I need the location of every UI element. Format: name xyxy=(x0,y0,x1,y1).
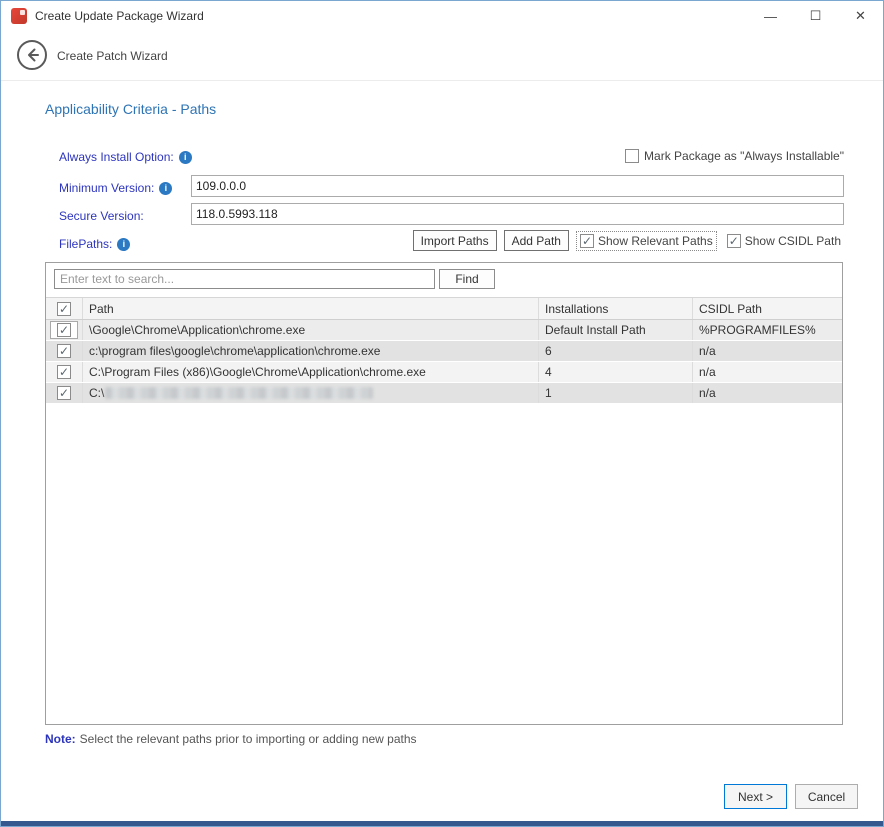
path-cell: C:\ xyxy=(83,383,539,403)
filepaths-toolbar: Import Paths Add Path Show Relevant Path… xyxy=(413,230,844,251)
row-checkbox[interactable] xyxy=(57,344,71,358)
mark-always-installable-label: Mark Package as "Always Installable" xyxy=(644,149,844,163)
maximize-icon[interactable]: ☐ xyxy=(793,1,838,31)
csidl-cell: n/a xyxy=(693,383,842,403)
column-header-installations[interactable]: Installations xyxy=(539,298,693,319)
table-row[interactable]: c:\program files\google\chrome\applicati… xyxy=(46,341,842,362)
note-text: Select the relevant paths prior to impor… xyxy=(80,732,417,746)
always-install-row: Always Install Option: i xyxy=(59,150,192,164)
minimum-version-label: Minimum Version: xyxy=(59,181,154,195)
find-button[interactable]: Find xyxy=(439,269,495,289)
show-relevant-paths-group[interactable]: Show Relevant Paths xyxy=(576,231,717,251)
close-icon[interactable]: ✕ xyxy=(838,1,883,31)
show-csidl-path-group[interactable]: Show CSIDL Path xyxy=(724,232,844,250)
window-controls: — ☐ ✕ xyxy=(748,1,883,31)
minimize-icon[interactable]: — xyxy=(748,1,793,31)
back-arrow-icon xyxy=(24,47,40,63)
paths-table: Path Installations CSIDL Path \Google\Ch… xyxy=(46,297,842,404)
row-checkbox[interactable] xyxy=(57,386,71,400)
path-text: C:\ xyxy=(89,386,104,400)
table-header-row: Path Installations CSIDL Path xyxy=(46,297,842,320)
info-icon[interactable]: i xyxy=(179,151,192,164)
secure-version-label: Secure Version: xyxy=(59,209,144,223)
table-row[interactable]: C:\ 1 n/a xyxy=(46,383,842,404)
add-path-button[interactable]: Add Path xyxy=(504,230,569,251)
show-csidl-path-checkbox[interactable] xyxy=(727,234,741,248)
title-bar: Create Update Package Wizard — ☐ ✕ xyxy=(1,1,883,31)
note: Note: Select the relevant paths prior to … xyxy=(45,732,417,746)
minimum-version-row: Minimum Version: i xyxy=(59,181,172,195)
info-icon[interactable]: i xyxy=(117,238,130,251)
row-checkbox-cell xyxy=(50,321,78,339)
search-input[interactable] xyxy=(54,269,435,289)
column-header-path[interactable]: Path xyxy=(83,298,539,319)
mark-always-installable-checkbox[interactable] xyxy=(625,149,639,163)
row-checkbox[interactable] xyxy=(57,323,71,337)
column-header-csidl[interactable]: CSIDL Path xyxy=(693,298,842,319)
installations-cell: Default Install Path xyxy=(539,320,693,340)
csidl-cell: %PROGRAMFILES% xyxy=(693,320,842,340)
select-all-checkbox[interactable] xyxy=(57,302,71,316)
info-icon[interactable]: i xyxy=(159,182,172,195)
installations-cell: 4 xyxy=(539,362,693,382)
mark-always-installable-group[interactable]: Mark Package as "Always Installable" xyxy=(625,149,844,163)
path-cell: C:\Program Files (x86)\Google\Chrome\App… xyxy=(83,362,539,382)
cancel-button[interactable]: Cancel xyxy=(795,784,858,809)
table-row[interactable]: C:\Program Files (x86)\Google\Chrome\App… xyxy=(46,362,842,383)
app-icon xyxy=(11,8,27,24)
breadcrumb: Create Patch Wizard xyxy=(57,49,168,63)
secure-version-row: Secure Version: xyxy=(59,209,144,223)
row-checkbox[interactable] xyxy=(57,365,71,379)
csidl-cell: n/a xyxy=(693,362,842,382)
show-relevant-paths-checkbox[interactable] xyxy=(580,234,594,248)
csidl-cell: n/a xyxy=(693,341,842,361)
note-label: Note: xyxy=(45,732,76,746)
show-csidl-path-label: Show CSIDL Path xyxy=(745,234,841,248)
redacted-path-segment xyxy=(105,387,373,399)
page-title: Applicability Criteria - Paths xyxy=(45,101,216,117)
back-button[interactable] xyxy=(17,40,47,70)
installations-cell: 6 xyxy=(539,341,693,361)
wizard-header: Create Patch Wizard xyxy=(1,31,883,81)
table-row[interactable]: \Google\Chrome\Application\chrome.exe De… xyxy=(46,320,842,341)
wizard-window: Create Update Package Wizard — ☐ ✕ Creat… xyxy=(0,0,884,827)
filepaths-row: FilePaths: i xyxy=(59,237,130,251)
import-paths-button[interactable]: Import Paths xyxy=(413,230,497,251)
show-relevant-paths-label: Show Relevant Paths xyxy=(598,234,713,248)
paths-panel: Find Path Installations CSIDL Path \Goog… xyxy=(45,262,843,725)
installations-cell: 1 xyxy=(539,383,693,403)
path-cell: \Google\Chrome\Application\chrome.exe xyxy=(83,320,539,340)
next-button[interactable]: Next > xyxy=(724,784,787,809)
secure-version-field[interactable] xyxy=(191,203,844,225)
window-title: Create Update Package Wizard xyxy=(35,9,204,23)
filepaths-label: FilePaths: xyxy=(59,237,112,251)
path-cell: c:\program files\google\chrome\applicati… xyxy=(83,341,539,361)
window-bottom-accent xyxy=(1,821,883,826)
minimum-version-field[interactable] xyxy=(191,175,844,197)
always-install-label: Always Install Option: xyxy=(59,150,174,164)
